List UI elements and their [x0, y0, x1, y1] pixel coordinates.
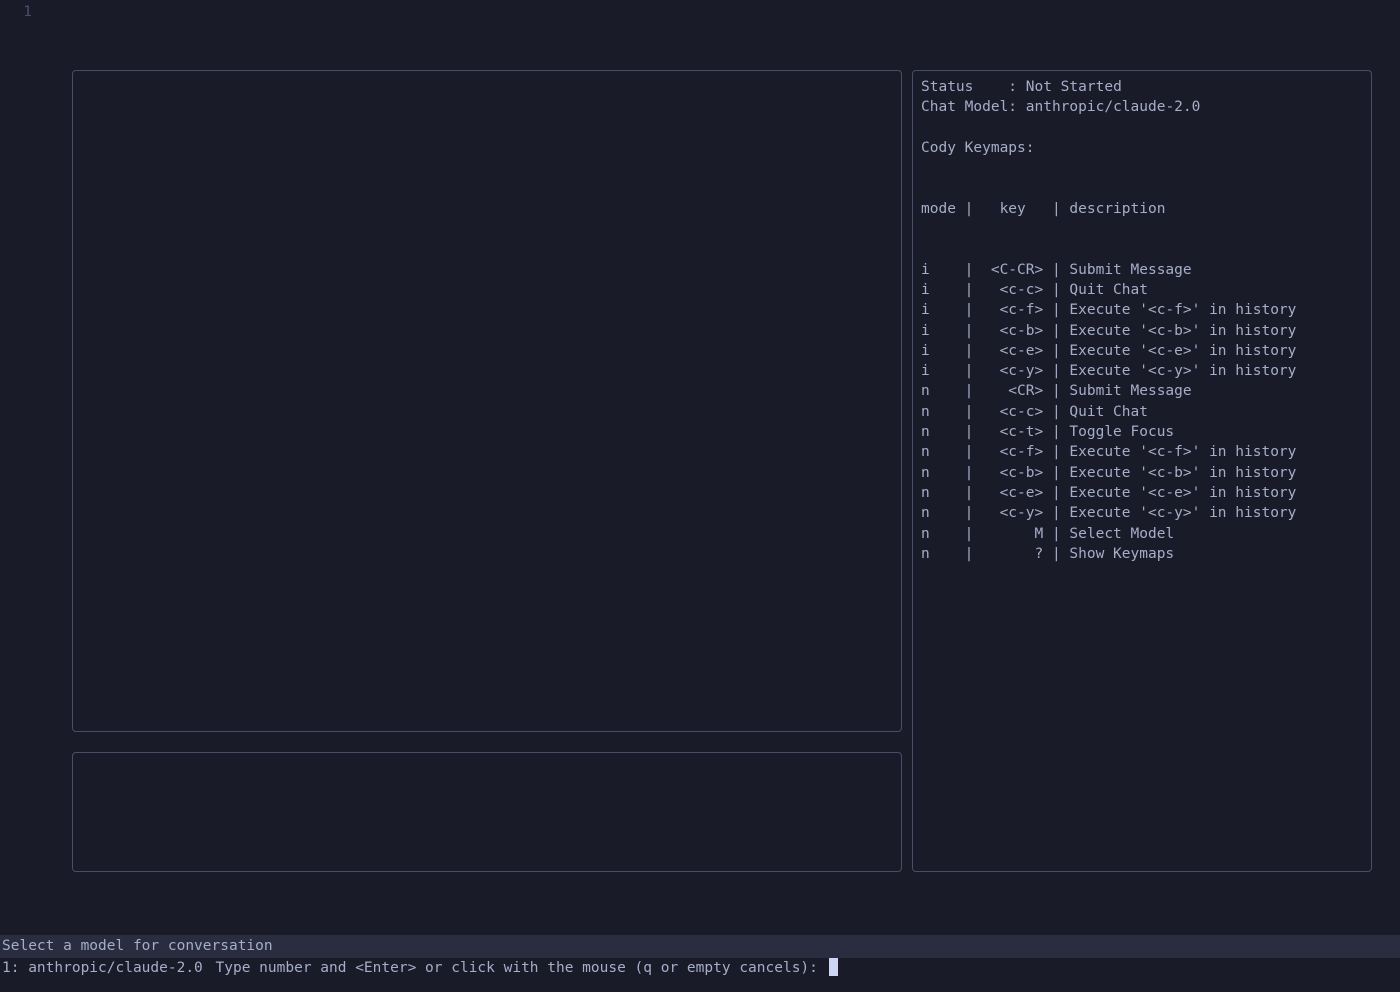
prompt-text: Type number and <Enter> or click with th…: [216, 960, 827, 976]
keymaps-title: Cody Keymaps:: [921, 138, 1363, 158]
keymap-row: n | ? | Show Keymaps: [921, 544, 1363, 564]
keymap-row: n | <c-b> | Execute '<c-b>' in history: [921, 463, 1363, 483]
main-workspace: Status : Not Started Chat Model: anthrop…: [72, 70, 1372, 872]
prompt-title: Select a model for conversation: [0, 935, 1400, 957]
chat-input-pane[interactable]: [72, 752, 902, 872]
model-option-1[interactable]: 1: anthropic/claude-2.0: [0, 960, 205, 976]
right-column: Status : Not Started Chat Model: anthrop…: [912, 70, 1372, 872]
keymap-row: i | <c-c> | Quit Chat: [921, 280, 1363, 300]
status-label: Status :: [921, 79, 1017, 95]
keymap-row: n | M | Select Model: [921, 524, 1363, 544]
keymap-row: i | <c-b> | Execute '<c-b>' in history: [921, 321, 1363, 341]
keymap-row: i | <C-CR> | Submit Message: [921, 260, 1363, 280]
command-line-area[interactable]: Select a model for conversation 1: anthr…: [0, 933, 1400, 992]
keymap-row: n | <c-e> | Execute '<c-e>' in history: [921, 483, 1363, 503]
status-row: Status : Not Started: [921, 77, 1363, 97]
keymap-row: i | <c-f> | Execute '<c-f>' in history: [921, 300, 1363, 320]
line-number: 1: [23, 4, 32, 20]
keymap-row: n | <c-y> | Execute '<c-y>' in history: [921, 503, 1363, 523]
spacer: [921, 118, 1363, 138]
line-number-gutter: 1: [0, 2, 60, 22]
keymap-table: mode | key | description i | <C-CR> | Su…: [921, 158, 1363, 605]
keymap-header: mode | key | description: [921, 199, 1363, 219]
cursor: [829, 958, 838, 976]
keymap-row: n | <c-t> | Toggle Focus: [921, 422, 1363, 442]
keymap-row: i | <c-e> | Execute '<c-e>' in history: [921, 341, 1363, 361]
keymap-row: i | <c-y> | Execute '<c-y>' in history: [921, 361, 1363, 381]
left-column: [72, 70, 902, 872]
model-row: Chat Model: anthropic/claude-2.0: [921, 97, 1363, 117]
model-value: anthropic/claude-2.0: [1026, 99, 1201, 115]
model-label: Chat Model:: [921, 99, 1017, 115]
status-value: Not Started: [1026, 79, 1122, 95]
keymap-row: n | <c-f> | Execute '<c-f>' in history: [921, 442, 1363, 462]
prompt-instruction[interactable]: Type number and <Enter> or click with th…: [214, 960, 840, 976]
sidebar-info-pane: Status : Not Started Chat Model: anthrop…: [912, 70, 1372, 872]
chat-history-pane[interactable]: [72, 70, 902, 732]
keymap-row: n | <c-c> | Quit Chat: [921, 402, 1363, 422]
keymap-row: n | <CR> | Submit Message: [921, 381, 1363, 401]
